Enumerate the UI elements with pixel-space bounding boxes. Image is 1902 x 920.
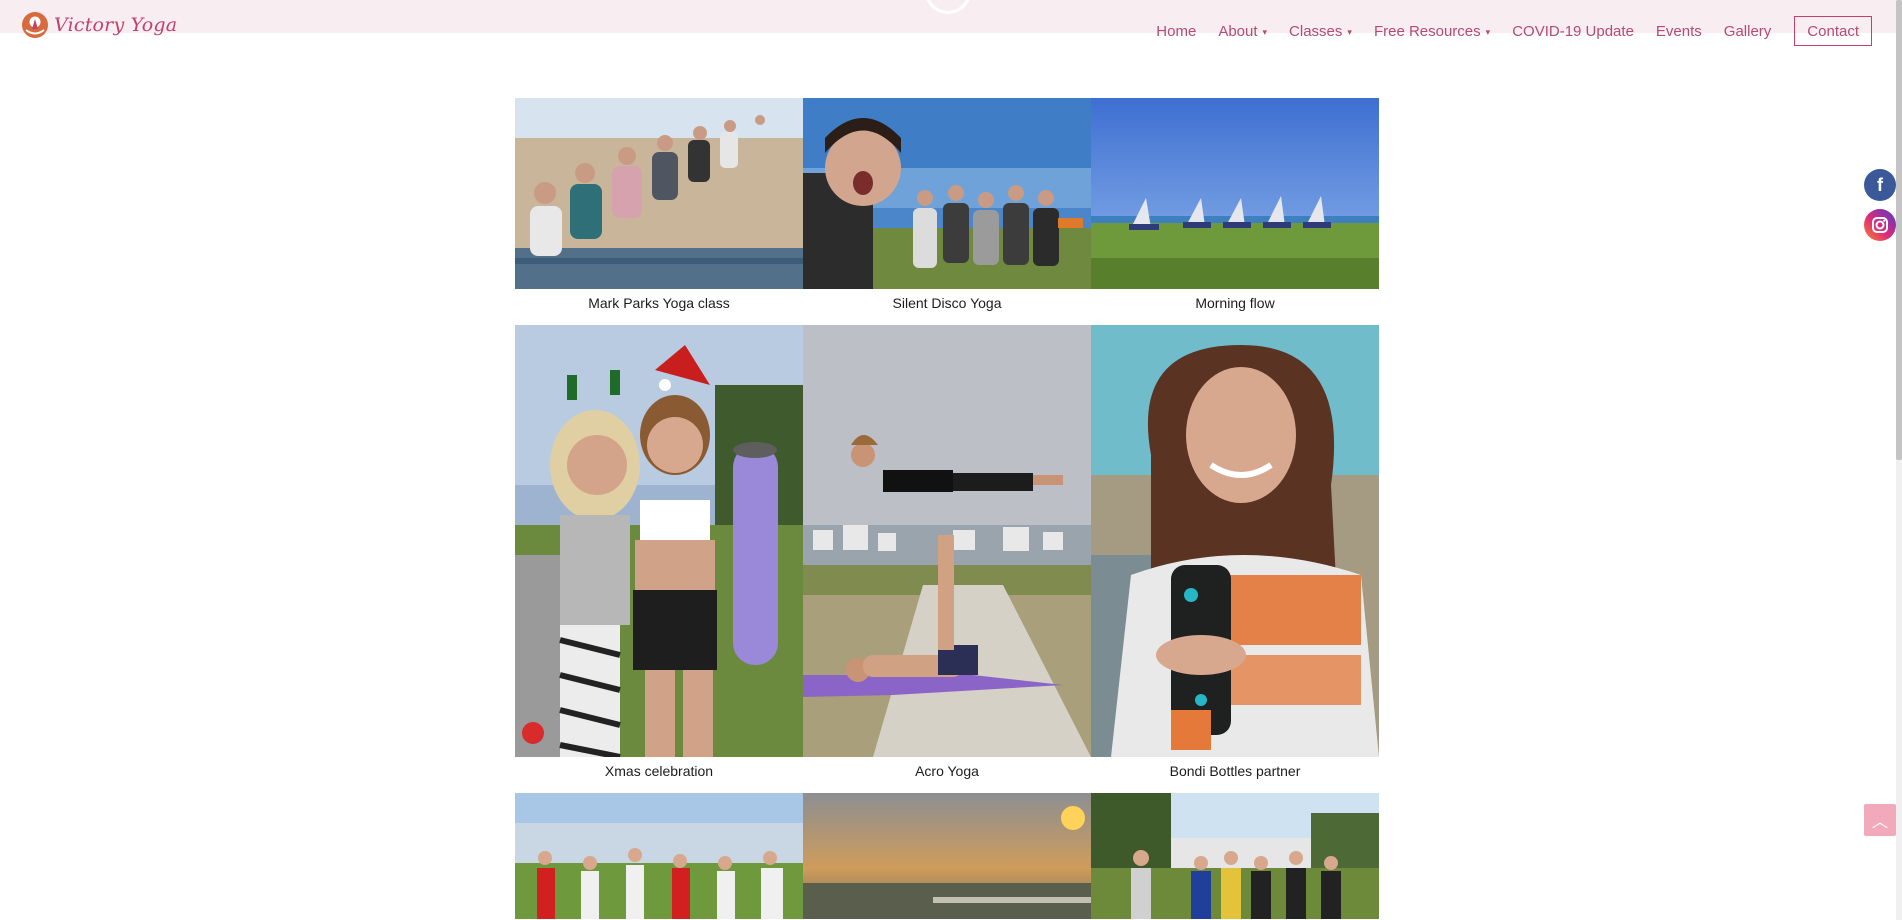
contact-button[interactable]: Contact [1794, 16, 1872, 46]
gallery-item[interactable]: Bondi Bottles partner [1091, 325, 1379, 793]
gallery-row: Xmas celebration Acro Yoga Bondi Bottles… [515, 325, 1379, 793]
nav-about[interactable]: About ▾ [1218, 23, 1267, 40]
nav-classes-label: Classes [1289, 22, 1343, 40]
site-header: Victory Yoga Home About ▾ Classes ▾ Free R… [0, 0, 1902, 46]
nav-covid-update[interactable]: COVID-19 Update [1512, 23, 1634, 40]
gallery-photo[interactable] [1091, 325, 1379, 757]
chevron-down-icon: ▾ [1347, 26, 1352, 37]
chevron-up-icon: ︿ [1871, 814, 1888, 831]
gallery-item[interactable]: Mark Parks Yoga class [515, 98, 803, 325]
gallery-photo[interactable] [515, 793, 803, 919]
nav-covid-update-label: COVID-19 Update [1512, 22, 1634, 40]
lotus-logo-icon [22, 12, 48, 38]
instagram-icon[interactable] [1864, 209, 1896, 241]
gallery-caption: Morning flow [1195, 295, 1275, 311]
photo-image [803, 793, 1091, 919]
photo-image [1091, 793, 1379, 919]
gallery-caption: Mark Parks Yoga class [588, 295, 730, 311]
logo-text: Victory Yoga [54, 14, 178, 36]
gallery-item[interactable]: Xmas celebration [515, 325, 803, 793]
nav-home-label: Home [1156, 22, 1197, 40]
gallery-caption: Acro Yoga [915, 763, 979, 779]
facebook-icon[interactable]: f [1864, 169, 1896, 201]
gallery-row [515, 793, 1379, 919]
nav-about-label: About [1218, 22, 1258, 40]
gallery-photo[interactable] [1091, 793, 1379, 919]
social-links: f [1864, 169, 1896, 241]
photo-image [803, 325, 1091, 757]
nav-free-resources-label: Free Resources [1373, 22, 1481, 40]
loader-indicator [925, 0, 971, 14]
gallery-item[interactable]: Acro Yoga [803, 325, 1091, 793]
gallery-photo[interactable] [803, 793, 1091, 919]
gallery-item[interactable] [803, 793, 1091, 919]
nav-gallery[interactable]: Gallery [1724, 23, 1772, 40]
gallery-caption: Silent Disco Yoga [892, 295, 1002, 311]
gallery-row: Mark Parks Yoga class Silent Disco Yoga … [515, 98, 1379, 325]
photo-image [515, 98, 803, 289]
photo-image [515, 793, 803, 919]
site-logo[interactable]: Victory Yoga [20, 10, 177, 40]
gallery-photo[interactable] [515, 325, 803, 757]
chevron-down-icon: ▾ [1262, 26, 1268, 37]
photo-image [1091, 325, 1379, 757]
main-nav: Home About ▾ Classes ▾ Free Resources ▾ COV… [1134, 16, 1902, 46]
gallery-photo[interactable] [803, 98, 1091, 289]
gallery-caption: Bondi Bottles partner [1169, 763, 1301, 779]
gallery-item[interactable]: Morning flow [1091, 98, 1379, 325]
gallery-item[interactable] [1091, 793, 1379, 919]
gallery-item[interactable]: Silent Disco Yoga [803, 98, 1091, 325]
chevron-down-icon: ▾ [1485, 26, 1491, 37]
gallery-photo[interactable] [1091, 98, 1379, 289]
photo-gallery: Mark Parks Yoga class Silent Disco Yoga … [515, 98, 1379, 919]
photo-image [803, 98, 1091, 289]
photo-image [1091, 98, 1379, 289]
nav-events[interactable]: Events [1656, 23, 1702, 40]
nav-classes[interactable]: Classes ▾ [1289, 23, 1352, 40]
scrollbar-thumb[interactable] [1896, 0, 1902, 460]
nav-free-resources[interactable]: Free Resources ▾ [1374, 23, 1490, 40]
gallery-photo[interactable] [803, 325, 1091, 757]
gallery-caption: Xmas celebration [604, 763, 714, 779]
page-scrollbar[interactable] [1896, 0, 1902, 920]
instagram-glyph-icon [1872, 217, 1888, 233]
nav-gallery-label: Gallery [1723, 22, 1772, 40]
nav-home[interactable]: Home [1156, 23, 1196, 40]
photo-image [515, 325, 803, 757]
gallery-item[interactable] [515, 793, 803, 919]
back-to-top-button[interactable]: ︿ [1864, 804, 1896, 836]
gallery-photo[interactable] [515, 98, 803, 289]
nav-events-label: Events [1655, 22, 1702, 40]
